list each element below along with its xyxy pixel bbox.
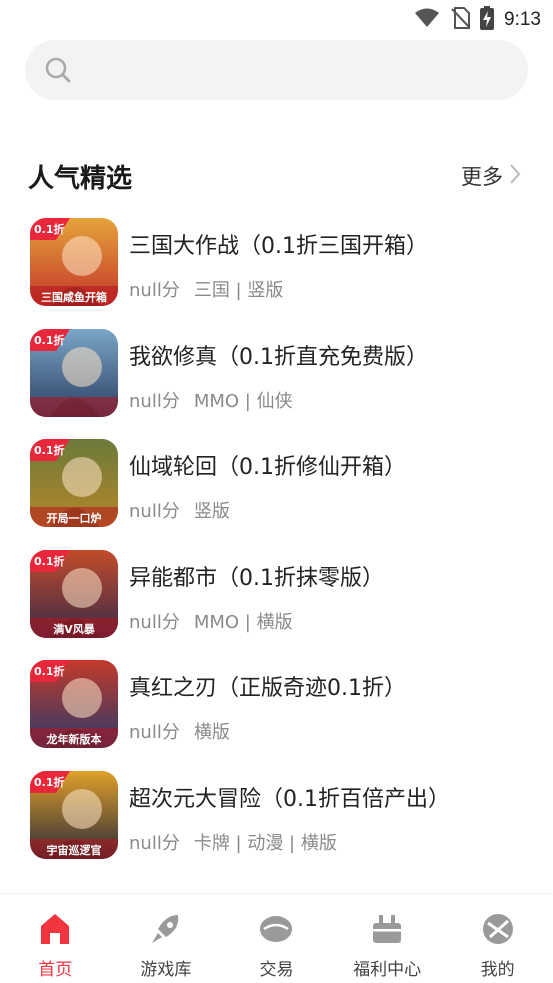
search-bar[interactable]	[25, 40, 528, 100]
game-tags: MMO | 仙侠	[193, 390, 293, 412]
game-meta: null分 横版	[129, 718, 230, 744]
game-score: null分	[129, 611, 180, 633]
game-name: 异能都市（0.1折抹零版）	[129, 565, 384, 591]
nav-item-gift[interactable]: 福利中心	[332, 895, 443, 983]
game-name: 真红之刃（正版奇迹0.1折）	[129, 676, 406, 701]
game-thumbnail[interactable]: 0.1折 三国咸鱼开箱	[30, 218, 118, 306]
discount-badge-text: 0.1折	[34, 443, 65, 457]
more-link[interactable]: 更多	[461, 161, 521, 191]
game-tags: 横版	[193, 722, 230, 743]
thumbnail-banner-text: 龙年新版本	[46, 732, 102, 746]
game-list-item[interactable]: 0.1折 三国咸鱼开箱 三国大作战（0.1折三国开箱） null分 三国 | 竖版	[30, 218, 530, 329]
nav-label: 首页	[38, 960, 73, 980]
game-score: null分	[129, 280, 180, 301]
game-score: null分	[129, 832, 180, 854]
game-list-item[interactable]: 0.1折 满V风暴 异能都市（0.1折抹零版） null分 MMO | 横版	[30, 549, 530, 661]
game-name: 我欲修真（0.1折直充免费版）	[129, 344, 428, 370]
game-thumbnail[interactable]: 0.1折 宇宙巡逻官	[30, 770, 118, 859]
chevron-right-icon	[509, 163, 521, 190]
thumbnail-banner-text: 满V风暴	[53, 622, 96, 636]
discount-badge-text: 0.1折	[34, 554, 65, 568]
nav-item-profile[interactable]: 我的	[442, 895, 553, 983]
nav-item-home[interactable]: 首页	[0, 895, 111, 983]
section-title: 人气精选	[28, 164, 133, 194]
thumbnail-banner-text: 开局一口炉	[47, 511, 102, 525]
status-icons: 9:13	[414, 6, 541, 34]
discount-badge-text: 0.1折	[34, 775, 65, 789]
game-thumbnail[interactable]: 0.1折 满V风暴	[30, 549, 118, 638]
search-input[interactable]	[87, 52, 507, 88]
game-list-item[interactable]: 0.1折 我欲修真（0.1折直充免费版） null分 MMO | 仙侠	[30, 328, 530, 440]
game-meta: null分 MMO | 仙侠	[129, 387, 293, 413]
game-tags: 竖版	[193, 501, 230, 522]
nav-label: 我的	[480, 960, 515, 980]
game-list-item[interactable]: 0.1折 龙年新版本 真红之刃（正版奇迹0.1折） null分 横版	[30, 660, 530, 771]
game-list-item[interactable]: 0.1折 开局一口炉 仙域轮回（0.1折修仙开箱） null分 竖版	[30, 439, 530, 550]
thumbnail-banner-text: 宇宙巡逻官	[47, 843, 102, 857]
no-sim-icon	[450, 7, 471, 33]
nav-item-trade[interactable]: 交易	[221, 895, 332, 983]
game-meta: null分 三国 | 竖版	[129, 276, 283, 302]
game-name: 三国大作战（0.1折三国开箱）	[129, 234, 428, 259]
nav-label: 游戏库	[140, 960, 192, 980]
nav-label: 交易	[259, 960, 294, 980]
discount-badge-text: 0.1折	[34, 664, 65, 678]
game-meta: null分 MMO | 横版	[129, 608, 293, 634]
status-bar: 9:13	[0, 0, 553, 36]
game-tags: MMO | 横版	[193, 611, 293, 633]
game-thumbnail[interactable]: 0.1折	[30, 328, 118, 417]
rocket-icon	[148, 911, 184, 951]
discount-badge-text: 0.1折	[34, 333, 65, 347]
thumbnail-banner-text: 三国咸鱼开箱	[41, 290, 107, 304]
wifi-icon	[414, 8, 440, 32]
game-score: null分	[129, 722, 180, 743]
discount-badge-text: 0.1折	[34, 222, 65, 236]
game-meta: null分 卡牌 | 动漫 | 横版	[129, 829, 337, 855]
game-list: 0.1折 三国咸鱼开箱 三国大作战（0.1折三国开箱） null分 三国 | 竖版…	[30, 218, 530, 881]
trade-icon	[258, 911, 294, 951]
home-icon	[37, 911, 73, 951]
game-name: 仙域轮回（0.1折修仙开箱）	[129, 455, 406, 480]
profile-icon	[480, 911, 516, 951]
game-tags: 卡牌 | 动漫 | 横版	[193, 832, 337, 854]
bottom-nav: 首页 游戏库 交易 福利中心 我的	[0, 895, 553, 983]
nav-label: 福利中心	[353, 960, 422, 980]
status-time: 9:13	[504, 9, 541, 30]
more-label: 更多	[461, 165, 503, 189]
game-name: 超次元大冒险（0.1折百倍产出）	[129, 786, 450, 812]
nav-item-rocket[interactable]: 游戏库	[111, 895, 222, 983]
battery-charging-icon	[480, 6, 495, 34]
game-meta: null分 竖版	[129, 497, 230, 523]
game-score: null分	[129, 501, 180, 522]
game-tags: 三国 | 竖版	[193, 280, 284, 301]
game-score: null分	[129, 390, 180, 412]
game-list-item[interactable]: 0.1折 宇宙巡逻官 超次元大冒险（0.1折百倍产出） null分 卡牌 | 动漫…	[30, 770, 530, 882]
search-icon	[45, 57, 71, 83]
gift-icon	[369, 911, 405, 951]
game-thumbnail[interactable]: 0.1折 开局一口炉	[30, 439, 118, 527]
game-thumbnail[interactable]: 0.1折 龙年新版本	[30, 660, 118, 748]
